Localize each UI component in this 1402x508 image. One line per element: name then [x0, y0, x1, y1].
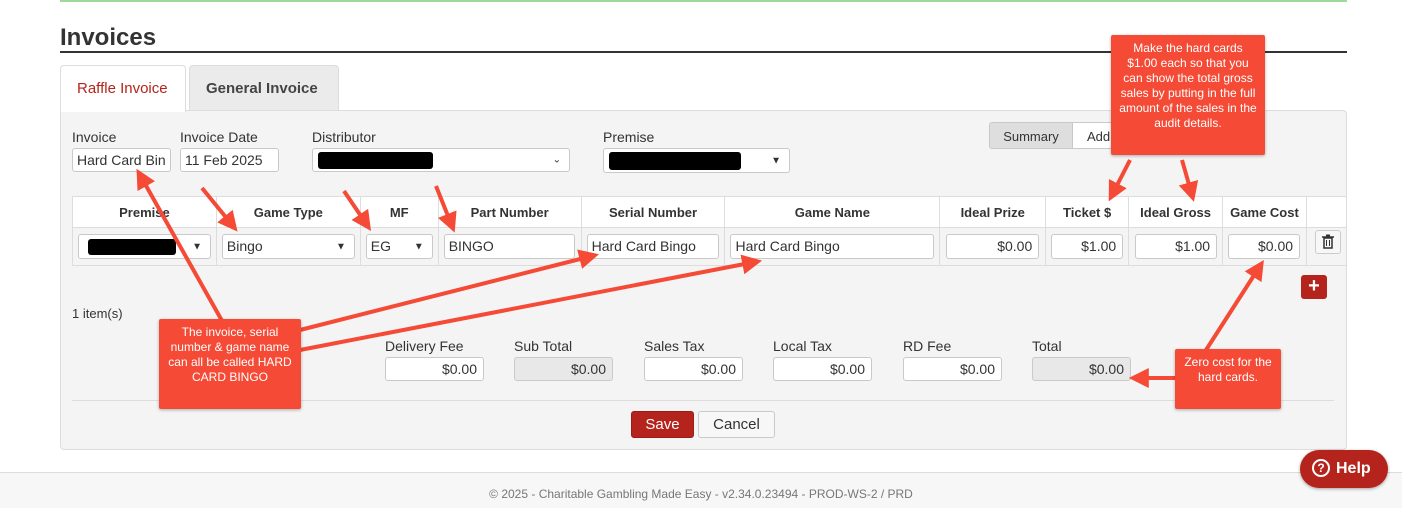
sub-total-label: Sub Total — [514, 338, 573, 354]
caret-down-icon: ▼ — [771, 155, 781, 166]
row-premise-select[interactable]: ▼ — [78, 234, 211, 259]
ideal-prize-input[interactable]: $0.00 — [946, 234, 1040, 259]
rd-fee-input[interactable]: $0.00 — [903, 357, 1002, 381]
serial-number-input[interactable]: Hard Card Bingo — [586, 234, 719, 259]
total-label: Total — [1032, 338, 1062, 354]
cell-ticket-price: $1.00 — [1045, 227, 1130, 266]
invoice-input[interactable]: Hard Card Bin — [72, 148, 171, 172]
column-header-part-number: Part Number — [437, 196, 582, 228]
column-header-mf: MF — [359, 196, 439, 228]
ticket-price-input[interactable]: $1.00 — [1051, 234, 1124, 259]
ideal-gross-input[interactable]: $1.00 — [1135, 234, 1218, 259]
delete-row-button[interactable] — [1315, 230, 1341, 254]
top-accent-line — [60, 0, 1347, 2]
redacted-block — [609, 152, 741, 170]
cell-game-type: Bingo ▼ — [215, 227, 361, 266]
game-type-select[interactable]: Bingo ▼ — [221, 234, 355, 259]
cell-mf: EG ▼ — [359, 227, 439, 266]
distributor-label: Distributor — [312, 129, 376, 145]
sub-total-value: $0.00 — [514, 357, 613, 381]
tab-raffle-invoice[interactable]: Raffle Invoice — [60, 65, 186, 112]
local-tax-label: Local Tax — [773, 338, 832, 354]
footer-text: © 2025 - Charitable Gambling Made Easy -… — [489, 487, 913, 501]
trash-icon — [1322, 234, 1334, 249]
delivery-fee-label: Delivery Fee — [385, 338, 464, 354]
help-label: Help — [1336, 460, 1371, 477]
item-count: 1 item(s) — [72, 306, 123, 321]
game-type-value: Bingo — [226, 238, 263, 254]
tab-general-invoice[interactable]: General Invoice — [189, 65, 339, 111]
column-header-actions — [1305, 196, 1348, 228]
help-button[interactable]: ? Help — [1300, 450, 1388, 488]
chevron-down-icon: ⌄ — [552, 154, 561, 166]
rd-fee-label: RD Fee — [903, 338, 952, 354]
summary-toggle-button[interactable]: Summary — [989, 122, 1073, 149]
cell-premise: ▼ — [72, 227, 217, 266]
invoice-date-label: Invoice Date — [180, 129, 258, 145]
cell-ideal-gross: $1.00 — [1128, 227, 1224, 266]
game-cost-input[interactable]: $0.00 — [1228, 234, 1301, 259]
column-header-game-cost: Game Cost — [1222, 196, 1307, 228]
cell-game-cost: $0.00 — [1222, 227, 1307, 266]
delivery-fee-input[interactable]: $0.00 — [385, 357, 484, 381]
plus-icon: + — [1308, 275, 1320, 297]
distributor-select[interactable]: ⌄ — [312, 148, 570, 172]
caret-down-icon: ▼ — [335, 241, 346, 252]
column-header-ideal-prize: Ideal Prize — [939, 196, 1047, 228]
cell-ideal-prize: $0.00 — [939, 227, 1047, 266]
cell-part-number: BINGO — [437, 227, 582, 266]
column-header-premise: Premise — [72, 196, 217, 228]
add-row-button[interactable]: + — [1301, 275, 1327, 299]
column-header-serial-number: Serial Number — [580, 196, 726, 228]
total-value: $0.00 — [1032, 357, 1131, 381]
save-button[interactable]: Save — [631, 411, 694, 438]
page-title: Invoices — [60, 24, 157, 51]
invoice-items-table: Premise Game Type MF Part Number Serial … — [72, 196, 1348, 266]
premise-label: Premise — [603, 129, 655, 145]
caret-down-icon: ▼ — [413, 241, 424, 252]
column-header-ticket-price: Ticket $ — [1045, 196, 1130, 228]
redacted-block — [318, 152, 433, 169]
invoice-date-input[interactable]: 11 Feb 2025 — [180, 148, 279, 172]
cell-serial-number: Hard Card Bingo — [580, 227, 726, 266]
callout-hard-card-bingo: The invoice, serial number & game name c… — [159, 319, 301, 409]
mf-select[interactable]: EG ▼ — [365, 234, 433, 259]
table-row: ▼ Bingo ▼ EG ▼ BINGO Hard Card Bingo Har… — [72, 227, 1348, 266]
cell-game-name: Hard Card Bingo — [724, 227, 941, 266]
column-header-game-type: Game Type — [215, 196, 361, 228]
sales-tax-label: Sales Tax — [644, 338, 705, 354]
invoice-label: Invoice — [72, 129, 117, 145]
part-number-input[interactable]: BINGO — [443, 234, 575, 259]
caret-down-icon: ▼ — [192, 241, 202, 252]
column-header-game-name: Game Name — [724, 196, 941, 228]
question-icon: ? — [1312, 459, 1330, 477]
redacted-block — [88, 239, 176, 255]
callout-zero-cost: Zero cost for the hard cards. — [1175, 349, 1281, 409]
callout-ticket-price: Make the hard cards $1.00 each so that y… — [1111, 35, 1265, 155]
sales-tax-input[interactable]: $0.00 — [644, 357, 743, 381]
premise-select[interactable]: ▼ — [603, 148, 790, 173]
mf-value: EG — [370, 238, 391, 254]
game-name-input[interactable]: Hard Card Bingo — [730, 234, 935, 259]
column-header-ideal-gross: Ideal Gross — [1128, 196, 1224, 228]
cancel-button[interactable]: Cancel — [698, 411, 775, 438]
local-tax-input[interactable]: $0.00 — [773, 357, 872, 381]
